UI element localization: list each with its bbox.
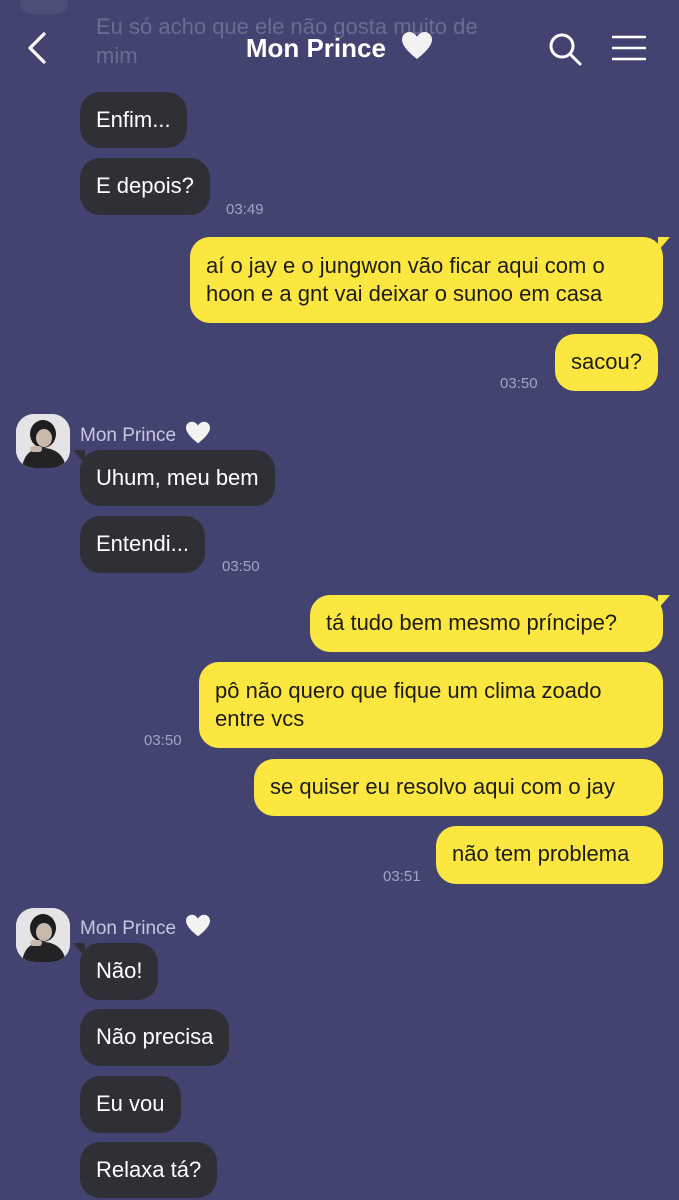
contact-avatar[interactable] (16, 414, 70, 468)
outgoing-message[interactable]: não tem problema (436, 826, 663, 884)
avatar-photo (16, 908, 70, 962)
message-time: 03:50 (144, 732, 182, 749)
search-icon[interactable] (548, 32, 582, 66)
message-text: Enfim... (96, 107, 171, 132)
message-text: tá tudo bem mesmo príncipe? (326, 610, 618, 635)
message-text: Não! (96, 958, 143, 983)
white-heart-icon (186, 914, 211, 937)
sender-name-text: Mon Prince (80, 425, 177, 446)
sender-name: Mon Prince (80, 914, 211, 941)
message-time: 03:49 (226, 201, 264, 218)
message-text: não tem problema (452, 841, 630, 866)
incoming-message[interactable]: Uhum, meu bem (73, 450, 275, 506)
outgoing-message[interactable]: se quiser eu resolvo aqui com o jay (254, 759, 663, 816)
message-text: se quiser eu resolvo aqui com o jay (270, 774, 615, 799)
incoming-message[interactable]: Entendi... (80, 516, 205, 573)
white-heart-icon (402, 32, 433, 59)
sender-name-text: Mon Prince (80, 918, 177, 939)
message-text: Relaxa tá? (96, 1157, 202, 1182)
contact-avatar[interactable] (16, 908, 70, 962)
menu-icon[interactable] (612, 34, 646, 62)
message-time: 03:51 (383, 868, 421, 885)
sender-name: Mon Prince (80, 421, 211, 448)
incoming-message[interactable]: Não! (72, 943, 159, 1000)
message-text-line: hoon e a gnt vai deixar o sunoo em casa (206, 281, 603, 306)
outgoing-message[interactable]: pô não quero que fique um clima zoado en… (199, 662, 663, 748)
chat-header: Mon Prince (0, 0, 679, 100)
incoming-message[interactable]: E depois? (80, 158, 210, 215)
incoming-message[interactable]: Não precisa (80, 1009, 230, 1066)
avatar-photo (16, 414, 70, 468)
message-text: sacou? (571, 349, 642, 374)
message-text: Eu vou (96, 1091, 165, 1116)
chat-title-text: Mon Prince (245, 33, 386, 63)
outgoing-message[interactable]: tá tudo bem mesmo príncipe? (310, 595, 670, 652)
outgoing-message[interactable]: aí o jay e o jungwon vão ficar aqui com … (190, 237, 670, 323)
message-text: E depois? (96, 173, 194, 198)
message-time: 03:50 (222, 558, 260, 575)
message-text: Uhum, meu bem (96, 465, 259, 490)
incoming-message[interactable]: Eu vou (80, 1076, 181, 1133)
white-heart-icon (186, 421, 211, 444)
incoming-message[interactable]: Enfim... (80, 92, 187, 148)
message-text: Não precisa (96, 1024, 214, 1049)
message-text-line: pô não quero que fique um clima zoado (215, 678, 602, 703)
message-text-line: entre vcs (215, 706, 305, 731)
incoming-message[interactable]: Relaxa tá? (80, 1142, 218, 1198)
message-time: 03:50 (500, 375, 538, 392)
message-text-line: aí o jay e o jungwon vão ficar aqui com … (206, 253, 605, 278)
message-text: Entendi... (96, 531, 189, 556)
outgoing-message[interactable]: sacou? (555, 334, 658, 391)
